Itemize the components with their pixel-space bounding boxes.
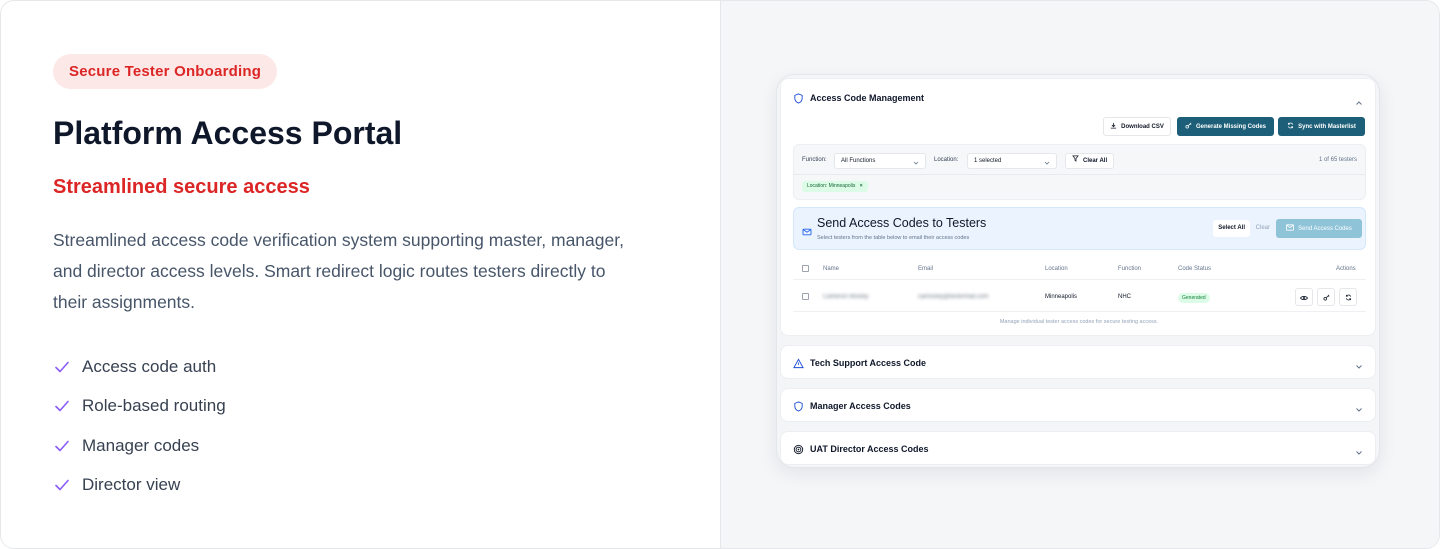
- check-icon: [53, 358, 71, 376]
- check-icon: [53, 437, 71, 455]
- send-title: Send Access Codes to Testers: [817, 216, 987, 230]
- location-select[interactable]: 1 selected: [967, 153, 1057, 169]
- send-access-codes-button[interactable]: Send Access Codes: [1276, 219, 1362, 238]
- refresh-icon: [1287, 122, 1294, 131]
- feature-label: Manager codes: [82, 435, 200, 455]
- check-icon: [53, 476, 71, 494]
- tester-email: camosley@testermail.com: [918, 294, 989, 300]
- key-icon: [1185, 122, 1192, 131]
- send-access-codes-banner: Send Access Codes to Testers Select test…: [793, 207, 1366, 250]
- filter-bar: Function: All Functions Location: 1 sele…: [793, 144, 1366, 200]
- tester-name: Cameron Mosley: [823, 294, 869, 300]
- check-icon: [53, 397, 71, 415]
- warning-icon: [793, 357, 804, 369]
- filter-icon: [1072, 154, 1079, 168]
- chevron-down-icon: [1355, 401, 1363, 412]
- page-description: Streamlined access code verification sys…: [53, 230, 624, 312]
- chevron-down-icon: [1355, 444, 1363, 455]
- target-icon: [793, 444, 804, 455]
- sync-masterlist-button[interactable]: Sync with Masterlist: [1278, 117, 1365, 136]
- mail-icon: [1286, 224, 1295, 233]
- feature-item: Director view: [53, 466, 226, 506]
- regenerate-key-button[interactable]: [1317, 288, 1335, 306]
- feature-card: Secure Tester Onboarding Platform Access…: [0, 0, 1440, 549]
- mail-icon: [802, 224, 812, 236]
- tester-location: Minneapolis: [1045, 294, 1078, 300]
- key-icon: [1322, 288, 1330, 306]
- clear-all-filters-button[interactable]: Clear All: [1065, 153, 1115, 169]
- row-checkbox[interactable]: [802, 293, 809, 300]
- section-title: UAT Director Access Codes: [810, 444, 929, 454]
- tech-support-section[interactable]: Tech Support Access Code: [780, 345, 1376, 379]
- feature-list: Access code auth Role-based routing Mana…: [53, 347, 226, 505]
- chevron-up-icon[interactable]: [1355, 94, 1363, 105]
- shield-icon: [793, 400, 804, 412]
- shield-icon: [793, 92, 804, 104]
- column-header-actions: Actions: [1336, 266, 1356, 272]
- column-header-location[interactable]: Location: [1045, 266, 1068, 272]
- feature-item: Manager codes: [53, 426, 226, 466]
- table-divider: [793, 279, 1366, 280]
- column-header-email[interactable]: Email: [918, 266, 933, 272]
- function-filter-label: Function:: [802, 157, 827, 163]
- feature-item: Role-based routing: [53, 387, 226, 427]
- feature-item: Access code auth: [53, 347, 226, 387]
- category-badge: Secure Tester Onboarding: [53, 54, 278, 89]
- download-csv-button[interactable]: Download CSV: [1103, 117, 1171, 136]
- active-filter-chip[interactable]: Location: Minneapolis ×: [802, 181, 868, 192]
- page-title: Platform Access Portal: [53, 115, 403, 151]
- tester-function: NHC: [1118, 294, 1131, 300]
- uat-director-codes-section[interactable]: UAT Director Access Codes: [780, 431, 1376, 465]
- app-screenshot: Access Code Management Download CSV Gene…: [776, 74, 1380, 468]
- feature-label: Access code auth: [82, 356, 217, 376]
- manager-codes-section[interactable]: Manager Access Codes: [780, 388, 1376, 422]
- section-title: Manager Access Codes: [810, 401, 911, 411]
- column-header-name[interactable]: Name: [823, 266, 839, 272]
- management-title: Access Code Management: [810, 93, 925, 103]
- feature-text-panel: Secure Tester Onboarding Platform Access…: [1, 1, 720, 548]
- table-divider: [793, 311, 1366, 312]
- send-subtitle: Select testers from the table below to e…: [817, 235, 970, 241]
- select-all-button[interactable]: Select All: [1213, 220, 1250, 237]
- tester-count: 1 of 65 testers: [1318, 157, 1357, 163]
- page-subtitle: Streamlined secure access: [53, 176, 310, 198]
- uat-director-header: UAT Director Access Codes: [793, 432, 929, 466]
- section-title: Tech Support Access Code: [810, 358, 927, 368]
- table-footer-note: Manage individual tester access codes fo…: [999, 319, 1159, 325]
- refresh-icon: [1345, 288, 1352, 306]
- manager-codes-header: Manager Access Codes: [793, 389, 911, 423]
- clear-selection-button[interactable]: Clear: [1256, 220, 1270, 237]
- chevron-down-icon: [913, 158, 919, 165]
- management-header[interactable]: Access Code Management: [793, 79, 924, 117]
- filter-divider: [794, 174, 1365, 175]
- refresh-code-button[interactable]: [1339, 288, 1357, 306]
- select-all-checkbox[interactable]: [802, 265, 809, 272]
- chevron-down-icon: [1355, 358, 1363, 369]
- feature-label: Director view: [82, 475, 181, 495]
- generate-missing-codes-button[interactable]: Generate Missing Codes: [1177, 117, 1274, 136]
- download-icon: [1110, 122, 1117, 131]
- column-header-code-status[interactable]: Code Status: [1178, 266, 1211, 272]
- function-select[interactable]: All Functions: [834, 153, 926, 169]
- location-filter-label: Location:: [934, 157, 959, 163]
- status-badge: Generated: [1178, 293, 1210, 303]
- close-icon[interactable]: ×: [860, 183, 863, 189]
- view-code-button[interactable]: [1295, 288, 1313, 306]
- column-header-function[interactable]: Function: [1118, 266, 1141, 272]
- eye-icon: [1300, 288, 1308, 306]
- tech-support-header: Tech Support Access Code: [793, 346, 926, 380]
- chevron-down-icon: [1044, 158, 1050, 165]
- access-code-management-panel: Access Code Management Download CSV Gene…: [780, 78, 1376, 336]
- feature-label: Role-based routing: [82, 396, 226, 416]
